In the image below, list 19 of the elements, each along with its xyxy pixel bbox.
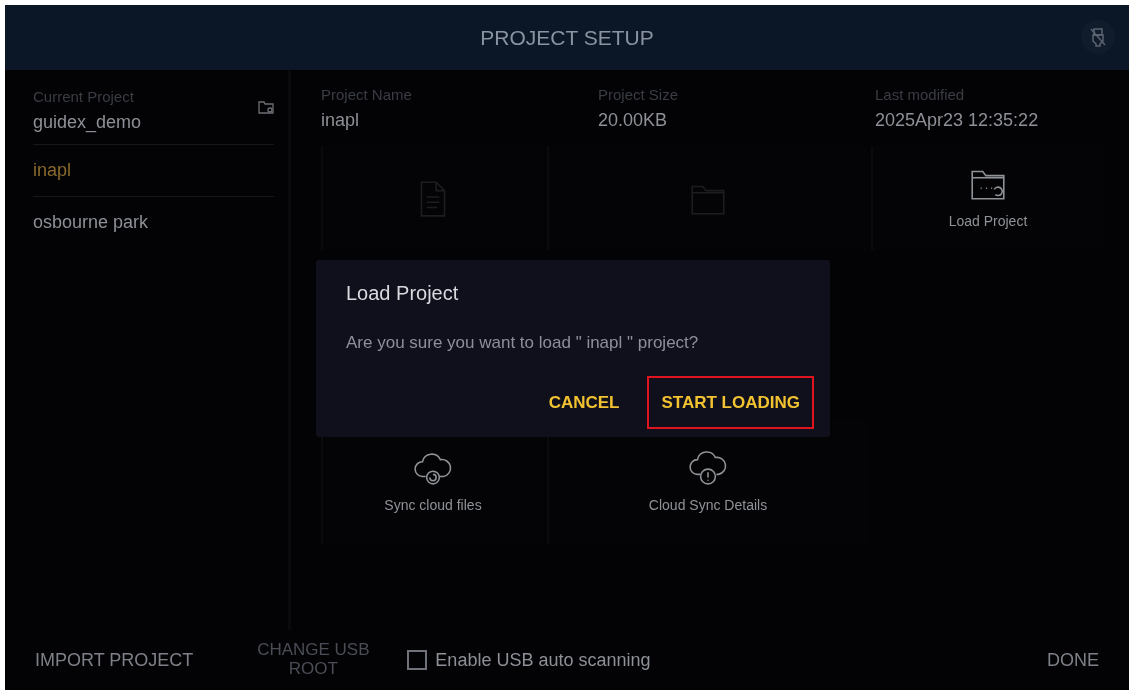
checkbox[interactable] bbox=[407, 650, 428, 670]
project-item[interactable]: osbourne park bbox=[33, 195, 274, 248]
import-project-button[interactable]: IMPORT PROJECT bbox=[35, 646, 194, 674]
field-label: Current Project bbox=[33, 87, 135, 107]
dialog-button[interactable]: START LOADING bbox=[647, 375, 814, 429]
checkbox-label: Enable USB auto scanning bbox=[435, 648, 651, 672]
field-value: 2025Apr23 12:35:22 bbox=[875, 108, 1040, 132]
dialog-title: Load Project bbox=[346, 281, 460, 306]
done-button[interactable]: DONE bbox=[1047, 646, 1099, 674]
dialog-message: Are you sure you want to load " inapl " project? bbox=[346, 332, 700, 354]
field-value: guidex_demo bbox=[33, 110, 142, 135]
field-label: Project Name bbox=[321, 85, 413, 105]
usb-off-icon[interactable] bbox=[1081, 20, 1115, 54]
field-label: Last modified bbox=[875, 85, 966, 105]
screen-title: PROJECT SETUP bbox=[480, 24, 654, 51]
field-label: Project Size bbox=[598, 85, 680, 105]
field-value: inapl bbox=[321, 108, 361, 132]
field-value: 20.00KB bbox=[598, 108, 669, 132]
project-item[interactable]: inapl bbox=[33, 143, 274, 196]
